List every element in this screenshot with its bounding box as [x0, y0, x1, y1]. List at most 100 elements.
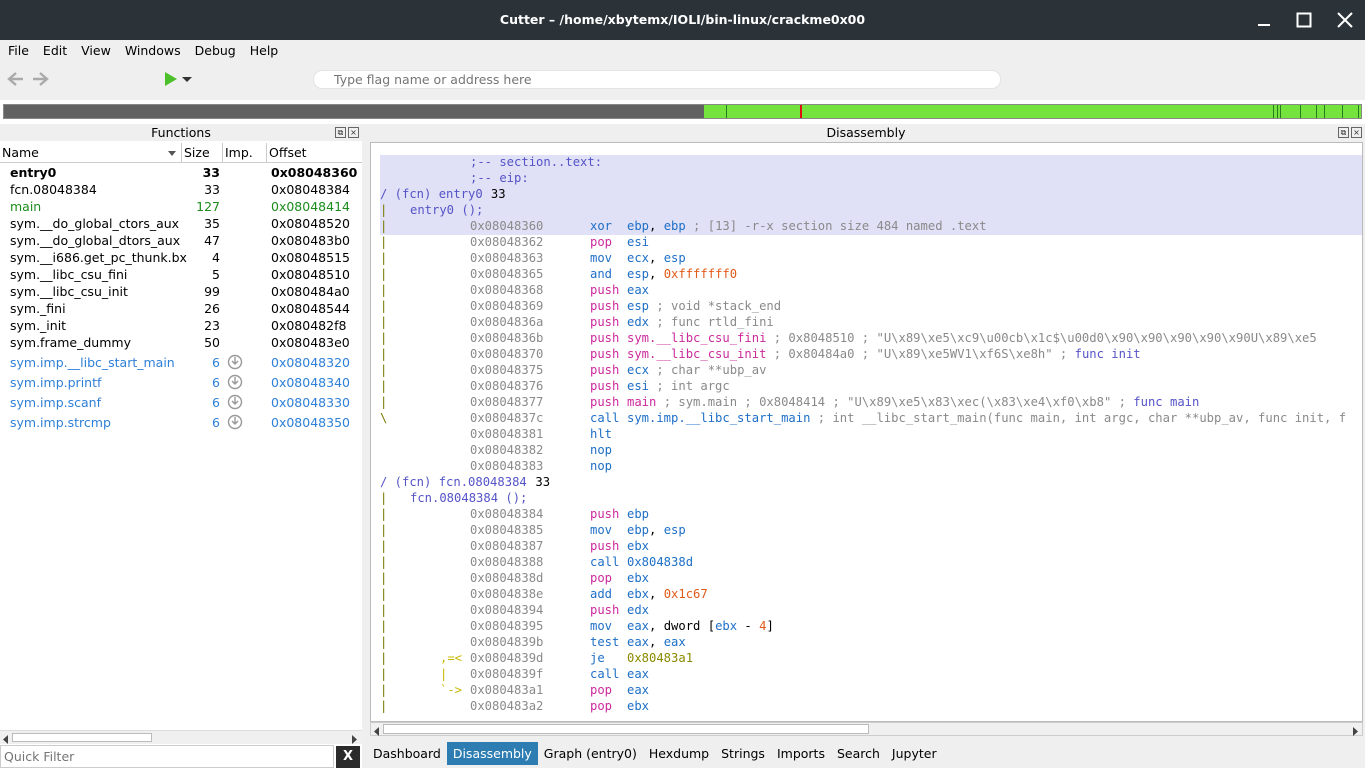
function-row[interactable]: sym.imp.__libc_start_main 6 0x08048320	[0, 354, 362, 371]
disasm-line[interactable]: | 0x08048369 push esp ; void *stack_end	[380, 299, 1362, 315]
menu-debug[interactable]: Debug	[189, 43, 242, 58]
operand-reg[interactable]: esp	[664, 523, 686, 537]
operand-reg[interactable]: esp	[664, 251, 686, 265]
disasm-line[interactable]: | ,=< 0x0804839d je 0x80483a1	[380, 651, 1362, 667]
function-row[interactable]: entry0 33 0x08048360	[0, 164, 362, 181]
disasm-line[interactable]: | | 0x0804839f call eax	[380, 667, 1362, 683]
disasm-line[interactable]: | 0x0804839b test eax, eax	[380, 635, 1362, 651]
debug-dropdown-button[interactable]	[181, 74, 193, 88]
operand-reg[interactable]: sym.imp.__libc_start_main	[627, 411, 810, 425]
operand-reg[interactable]: ebp	[627, 507, 649, 521]
operand-reg[interactable]: ebp	[664, 219, 686, 233]
tab-imports[interactable]: Imports	[771, 742, 831, 765]
function-row[interactable]: sym.imp.strcmp 6 0x08048350	[0, 414, 362, 431]
function-row[interactable]: sym.__do_global_ctors_aux 35 0x08048520	[0, 215, 362, 232]
operand-reg[interactable]: eax	[627, 283, 649, 297]
operand-reg[interactable]: eax	[627, 635, 649, 649]
disasm-line[interactable]: | 0x08048385 mov ebp, esp	[380, 523, 1362, 539]
tab-search[interactable]: Search	[831, 742, 886, 765]
back-button[interactable]	[7, 71, 25, 90]
column-header-size[interactable]: Size	[182, 143, 223, 163]
disasm-line[interactable]: | 0x0804838e add ebx, 0x1c67	[380, 587, 1362, 603]
disasm-line[interactable]: | 0x08048363 mov ecx, esp	[380, 251, 1362, 267]
disasm-line[interactable]: 0x08048382 nop	[380, 443, 1362, 459]
operand-reg[interactable]: esi	[627, 235, 649, 249]
function-row[interactable]: main 127 0x08048414	[0, 198, 362, 215]
disasm-line[interactable]: | 0x08048387 push ebx	[380, 539, 1362, 555]
disasm-line[interactable]: / (fcn) entry0 33	[380, 187, 1362, 203]
disasm-line[interactable]: 0x08048383 nop	[380, 459, 1362, 475]
disassembly-view[interactable]: ;-- section..text: ;-- eip: / (fcn) entry0…	[370, 142, 1363, 722]
tab-strings[interactable]: Strings	[715, 742, 771, 765]
graph-overview-bar[interactable]	[3, 104, 1362, 119]
disasm-line[interactable]: | 0x08048395 mov eax, dword [ebx - 4]	[380, 619, 1362, 635]
operand-reg[interactable]: ebx	[627, 571, 649, 585]
operand-reg[interactable]: ecx	[627, 363, 649, 377]
tab-dashboard[interactable]: Dashboard	[367, 742, 447, 765]
maximize-button[interactable]	[1284, 0, 1324, 40]
function-row[interactable]: sym._fini 26 0x08048544	[0, 300, 362, 317]
float-dock-button[interactable]: ⧉	[1338, 127, 1349, 138]
operand-reg[interactable]: ebx	[627, 539, 649, 553]
column-header-imp[interactable]: Imp.	[223, 143, 267, 163]
tab-disassembly[interactable]: Disassembly	[446, 741, 538, 765]
disasm-line[interactable]: | entry0 ();	[380, 203, 1362, 219]
function-row[interactable]: sym.__libc_csu_fini 5 0x08048510	[0, 266, 362, 283]
column-header-name[interactable]: Name	[0, 143, 182, 163]
operand-reg[interactable]: ebx	[627, 587, 649, 601]
disasm-line[interactable]: ;-- eip:	[380, 171, 1362, 187]
quick-filter-input[interactable]	[0, 745, 334, 768]
operand-reg[interactable]: eax	[664, 635, 686, 649]
operand-reg[interactable]: eax	[627, 667, 649, 681]
disasm-line[interactable]: | 0x08048376 push esi ; int argc	[380, 379, 1362, 395]
disasm-line[interactable]: | 0x0804836a push edx ; func rtld_fini	[380, 315, 1362, 331]
disasm-line[interactable]: | 0x0804836b push sym.__libc_csu_fini ; 0x8…	[380, 331, 1362, 347]
function-row[interactable]: sym.__libc_csu_init 99 0x080484a0	[0, 283, 362, 300]
operand-reg[interactable]: esp	[627, 299, 649, 313]
operand-reg[interactable]: edx	[627, 315, 649, 329]
menu-file[interactable]: File	[2, 43, 35, 58]
disassembly-horizontal-scrollbar[interactable]	[370, 722, 1363, 736]
operand-reg[interactable]: ecx	[627, 251, 649, 265]
operand-reg[interactable]: 0x804838d	[627, 555, 693, 569]
function-row[interactable]: sym._init 23 0x080482f8	[0, 317, 362, 334]
disasm-line[interactable]: 0x08048381 hlt	[380, 427, 1362, 443]
disasm-line[interactable]: | 0x08048388 call 0x804838d	[380, 555, 1362, 571]
minimize-button[interactable]	[1244, 0, 1284, 40]
function-row[interactable]: sym.__i686.get_pc_thunk.bx 4 0x08048515	[0, 249, 362, 266]
operand-sym[interactable]: sym.__libc_csu_fini	[627, 331, 766, 345]
menu-edit[interactable]: Edit	[37, 43, 73, 58]
close-dock-button[interactable]: ×	[348, 127, 359, 138]
tab-jupyter[interactable]: Jupyter	[886, 742, 943, 765]
disasm-line[interactable]: ;-- section..text:	[380, 155, 1362, 171]
operand-sym[interactable]: main	[627, 395, 656, 409]
functions-horizontal-scrollbar[interactable]	[0, 730, 362, 744]
disasm-line[interactable]: | fcn.08048384 ();	[380, 491, 1362, 507]
disasm-line[interactable]: | 0x08048365 and esp, 0xfffffff0	[380, 267, 1362, 283]
function-row[interactable]: sym.frame_dummy 50 0x080483e0	[0, 334, 362, 351]
disasm-line[interactable]: | 0x080483a2 pop ebx	[380, 699, 1362, 715]
operand-sym[interactable]: sym.__libc_csu_init	[627, 347, 766, 361]
operand-reg[interactable]: edx	[627, 603, 649, 617]
disasm-line[interactable]: / (fcn) fcn.08048384 33	[380, 475, 1362, 491]
operand-reg[interactable]: esi	[627, 379, 649, 393]
menu-windows[interactable]: Windows	[119, 43, 187, 58]
close-button[interactable]	[1325, 0, 1365, 40]
operand-jmp[interactable]: 0x80483a1	[627, 651, 693, 665]
close-dock-button[interactable]: ×	[1351, 127, 1362, 138]
function-row[interactable]: fcn.08048384 33 0x08048384	[0, 181, 362, 198]
operand-reg[interactable]: eax	[627, 683, 649, 697]
operand-reg[interactable]: ebp	[627, 523, 649, 537]
float-dock-button[interactable]: ⧉	[335, 127, 346, 138]
debug-play-button[interactable]	[163, 70, 179, 91]
operand-reg[interactable]: esp	[627, 267, 649, 281]
function-row[interactable]: sym.__do_global_dtors_aux 47 0x080483b0	[0, 232, 362, 249]
disasm-line[interactable]: | 0x08048362 pop esi	[380, 235, 1362, 251]
disasm-line[interactable]: | 0x08048375 push ecx ; char **ubp_av	[380, 363, 1362, 379]
disasm-line[interactable]: | 0x08048377 push main ; sym.main ; 0x80484…	[380, 395, 1362, 411]
operand-reg[interactable]: ebx	[715, 619, 737, 633]
operand-reg[interactable]: ebx	[627, 699, 649, 713]
forward-button[interactable]	[31, 71, 49, 90]
operand-reg[interactable]: eax	[627, 619, 649, 633]
menu-help[interactable]: Help	[244, 43, 285, 58]
